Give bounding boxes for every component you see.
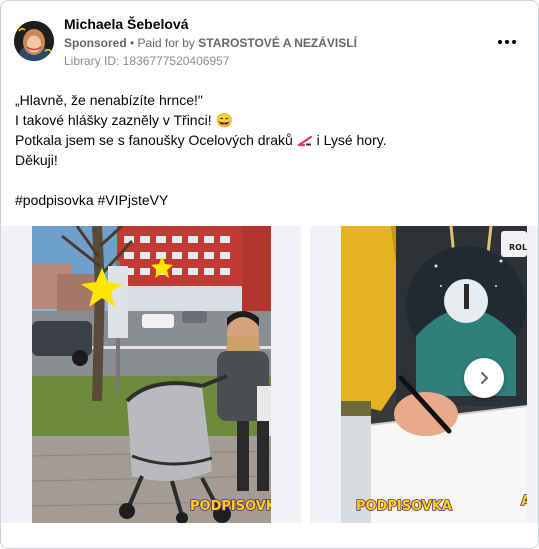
slide-2-sticker: PODPISOVKA: [356, 499, 452, 514]
slide-2-cap-text: ROL: [509, 243, 527, 252]
more-horizontal-icon: [498, 40, 502, 44]
more-options-button[interactable]: [493, 31, 521, 53]
post-body: „Hlavně, že nenabízíte hrnce!" I takové …: [15, 90, 525, 210]
slide-1-photo: PODPISOVKA: [32, 226, 271, 523]
slide-2-mirrored-sticker: PODPISOVKA: [521, 494, 527, 509]
hockey-stick-emoji-icon: [297, 132, 313, 147]
ad-card: Michaela Šebelová Sponsored • Paid for b…: [0, 0, 539, 549]
body-line-1: „Hlavně, že nenabízíte hrnce!": [15, 92, 203, 108]
body-line-2: I takové hlášky zazněly v Třinci! 😄: [15, 112, 233, 128]
slide-1-sticker: PODPISOVKA: [190, 499, 271, 514]
media-carousel[interactable]: PODPISOVKA: [1, 226, 538, 523]
sponsorship-line: Sponsored • Paid for by STAROSTOVÉ A NEZ…: [64, 36, 357, 50]
sponsored-label: Sponsored: [64, 36, 127, 50]
author-avatar[interactable]: [14, 21, 54, 61]
avatar-image: [14, 21, 54, 61]
library-id: Library ID: 1836777520406957: [64, 54, 230, 68]
body-line-4: Děkuji!: [15, 152, 58, 168]
author-name[interactable]: Michaela Šebelová: [64, 16, 189, 32]
body-line-3: Potkala jsem se s fanoušky Ocelových dra…: [15, 132, 387, 148]
payer-name[interactable]: STAROSTOVÉ A NEZÁVISLÍ: [198, 36, 357, 50]
carousel-next-button[interactable]: [464, 358, 504, 398]
carousel-slide-1[interactable]: PODPISOVKA: [1, 226, 301, 523]
paid-for-prefix: • Paid for by: [126, 36, 199, 50]
chevron-right-icon: [481, 372, 488, 384]
hashtags[interactable]: #podpisovka #VIPjsteVY: [15, 190, 525, 210]
